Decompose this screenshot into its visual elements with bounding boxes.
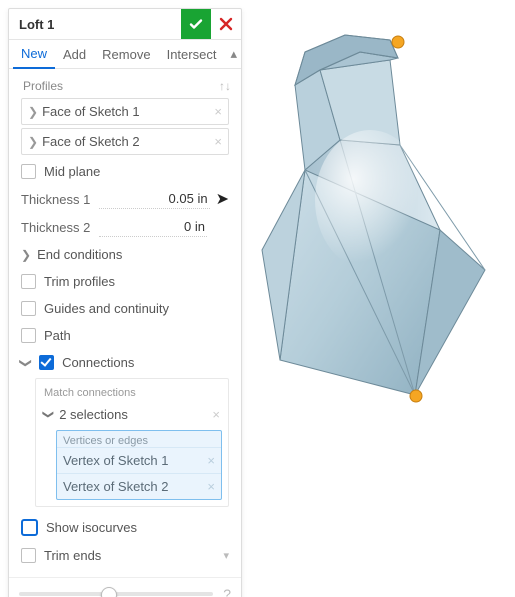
selection-item-label: Vertex of Sketch 1 <box>63 453 169 468</box>
field-label: Thickness 2 <box>21 220 99 235</box>
checkbox-icon <box>39 355 54 370</box>
checkbox-icon <box>21 301 36 316</box>
opacity-slider[interactable] <box>19 592 213 596</box>
selection-item-label: Vertex of Sketch 2 <box>63 479 169 494</box>
option-label: Path <box>44 328 71 343</box>
option-label: Connections <box>62 355 134 370</box>
chevron-right-icon: ❯ <box>28 105 38 119</box>
selections-expander[interactable]: ❯ 2 selections × <box>42 403 222 426</box>
selection-item[interactable]: Vertex of Sketch 2 × <box>57 473 221 499</box>
checkbox-icon <box>21 328 36 343</box>
option-label: Trim profiles <box>44 274 115 289</box>
clear-selections-icon[interactable]: × <box>212 407 220 422</box>
option-label: Trim ends <box>44 548 101 563</box>
end-conditions-expander[interactable]: ❯ End conditions <box>17 241 233 268</box>
confirm-button[interactable] <box>181 9 211 39</box>
field-value[interactable]: 0 in <box>99 217 207 237</box>
boolean-tabs: New Add Remove Intersect ▴ <box>9 40 241 69</box>
option-label: Mid plane <box>44 164 100 179</box>
show-isocurves-option[interactable]: Show isocurves <box>17 513 233 542</box>
thickness2-field[interactable]: Thickness 2 0 in <box>17 213 233 241</box>
close-icon <box>219 17 233 31</box>
viewport-3d[interactable] <box>250 0 512 597</box>
checkbox-icon <box>21 519 38 536</box>
chevron-down-icon: ❯ <box>19 357 33 367</box>
profiles-label: Profiles ↑↓ <box>17 73 233 95</box>
profile-item-label: Face of Sketch 2 <box>42 134 140 149</box>
cancel-button[interactable] <box>211 9 241 39</box>
profiles-label-text: Profiles <box>23 79 63 93</box>
chevron-right-icon: ❯ <box>21 248 31 262</box>
checkbox-icon <box>21 164 36 179</box>
reorder-icon[interactable]: ↑↓ <box>219 79 231 93</box>
remove-profile-icon[interactable]: × <box>214 104 222 119</box>
group-label: Match connections <box>42 385 222 403</box>
option-label: Show isocurves <box>46 520 137 535</box>
dialog-footer: ? <box>9 577 241 597</box>
trim-profiles-option[interactable]: Trim profiles <box>17 268 233 295</box>
profile-item[interactable]: ❯ Face of Sketch 1 × <box>21 98 229 125</box>
profile-item-label: Face of Sketch 1 <box>42 104 140 119</box>
checkbox-icon <box>21 548 36 563</box>
option-label: End conditions <box>37 247 122 262</box>
tab-remove[interactable]: Remove <box>94 41 158 68</box>
tab-intersect[interactable]: Intersect <box>159 41 225 68</box>
vertices-selection-box: Vertices or edges Vertex of Sketch 1 × V… <box>56 430 222 500</box>
handle-bottom[interactable] <box>410 390 422 402</box>
direction-arrow-icon[interactable]: ➤ <box>216 189 229 209</box>
checkbox-icon <box>21 274 36 289</box>
connections-expander[interactable]: ❯ Connections <box>17 349 233 376</box>
loft-dialog: Loft 1 New Add Remove Intersect ▴ Profil… <box>8 8 242 597</box>
handle-top[interactable] <box>392 36 404 48</box>
field-value[interactable]: 0.05 in <box>99 189 210 209</box>
option-label: Guides and continuity <box>44 301 169 316</box>
match-connections-group: Match connections ❯ 2 selections × Verti… <box>35 378 229 507</box>
check-icon <box>188 16 204 32</box>
chevron-right-icon: ❯ <box>28 135 38 149</box>
selections-count: 2 selections <box>59 407 128 422</box>
chevron-down-icon: ❯ <box>42 410 55 419</box>
trim-ends-option[interactable]: Trim ends ▾ <box>17 542 233 569</box>
mid-plane-option[interactable]: Mid plane <box>17 158 233 185</box>
path-option[interactable]: Path <box>17 322 233 349</box>
help-icon[interactable]: ? <box>223 586 231 597</box>
selection-item[interactable]: Vertex of Sketch 1 × <box>57 447 221 473</box>
tab-new[interactable]: New <box>13 40 55 69</box>
field-label: Thickness 1 <box>21 192 99 207</box>
slider-knob[interactable] <box>101 587 117 597</box>
scroll-up-icon[interactable]: ▴ <box>224 42 243 66</box>
remove-selection-icon[interactable]: × <box>207 479 215 494</box>
profile-item[interactable]: ❯ Face of Sketch 2 × <box>21 128 229 155</box>
remove-profile-icon[interactable]: × <box>214 134 222 149</box>
selection-box-header: Vertices or edges <box>57 431 221 447</box>
thickness1-field[interactable]: Thickness 1 0.05 in ➤ <box>17 185 233 213</box>
tab-add[interactable]: Add <box>55 41 94 68</box>
scroll-down-icon[interactable]: ▾ <box>223 549 229 562</box>
remove-selection-icon[interactable]: × <box>207 453 215 468</box>
guides-option[interactable]: Guides and continuity <box>17 295 233 322</box>
dialog-title: Loft 1 <box>9 17 181 32</box>
